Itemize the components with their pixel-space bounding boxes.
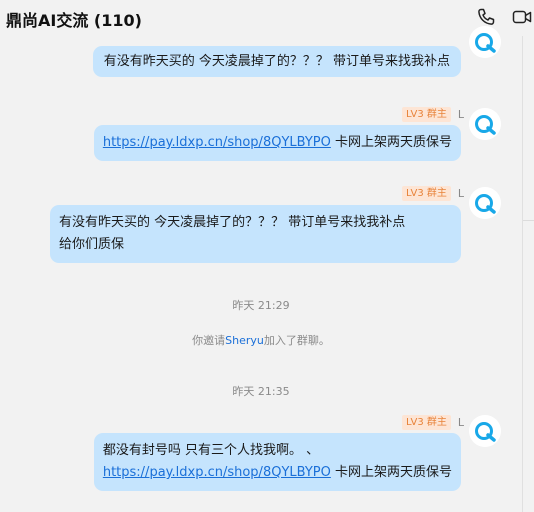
sender-meta: LV3 群主 L bbox=[402, 185, 464, 201]
message-bubble[interactable]: 有没有昨天买的 今天凌晨掉了的？？？ 带订单号来找我补点 bbox=[92, 46, 461, 77]
avatar[interactable] bbox=[469, 187, 501, 219]
sender-meta: LV3 群主 L bbox=[402, 106, 464, 122]
phone-icon[interactable] bbox=[476, 7, 496, 27]
side-panel-edge bbox=[522, 36, 534, 512]
shop-link[interactable]: https://pay.ldxp.cn/shop/8QYLBYPO bbox=[103, 135, 331, 150]
level-badge: LV3 群主 bbox=[402, 106, 451, 122]
timestamp-divider: 昨天 21:35 bbox=[232, 385, 290, 398]
sender-meta: LV3 群主 L bbox=[402, 414, 464, 430]
join-notice-prefix: 你邀请 bbox=[192, 334, 226, 347]
avatar[interactable] bbox=[469, 26, 501, 58]
message-text: 卡网上架两天质保号 bbox=[330, 135, 452, 150]
sender-name[interactable]: L bbox=[458, 187, 464, 200]
message-text-line: 都没有封号吗 只有三个人找我啊。 、 bbox=[102, 443, 320, 458]
message-bubble[interactable]: 有没有昨天买的 今天凌晨掉了的？？？ 带订单号来找我补点 给你们质保 bbox=[50, 205, 461, 263]
join-notice: 你邀请Sheryu加入了群聊。 bbox=[0, 332, 522, 348]
avatar[interactable] bbox=[469, 108, 501, 140]
timestamp-divider: 昨天 21:29 bbox=[232, 299, 290, 312]
level-badge: LV3 群主 bbox=[402, 414, 451, 430]
message-text: 卡网上架两天质保号 bbox=[330, 465, 452, 480]
message-bubble[interactable]: https://pay.ldxp.cn/shop/8QYLBYPO 卡网上架两天… bbox=[93, 125, 461, 161]
chat-header: 鼎尚AI交流 (110) bbox=[0, 0, 534, 36]
video-icon[interactable] bbox=[512, 7, 532, 27]
avatar[interactable] bbox=[469, 415, 501, 447]
message-text-line: 给你们质保 bbox=[59, 237, 125, 252]
group-title: 鼎尚AI交流 (110) bbox=[6, 11, 142, 30]
sender-name[interactable]: L bbox=[458, 108, 464, 121]
message-bubble[interactable]: 都没有封号吗 只有三个人找我啊。 、 https://pay.ldxp.cn/s… bbox=[93, 433, 461, 491]
message-text-line: 有没有昨天买的 今天凌晨掉了的？？？ 带订单号来找我补点 bbox=[59, 215, 406, 230]
shop-link[interactable]: https://pay.ldxp.cn/shop/8QYLBYPO bbox=[103, 465, 331, 480]
invited-user-link[interactable]: Sheryu bbox=[225, 334, 264, 347]
sender-name[interactable]: L bbox=[458, 416, 464, 429]
message-text: 有没有昨天买的 今天凌晨掉了的？？？ 带订单号来找我补点 bbox=[103, 54, 450, 69]
join-notice-suffix: 加入了群聊。 bbox=[263, 334, 330, 347]
level-badge: LV3 群主 bbox=[402, 185, 451, 201]
